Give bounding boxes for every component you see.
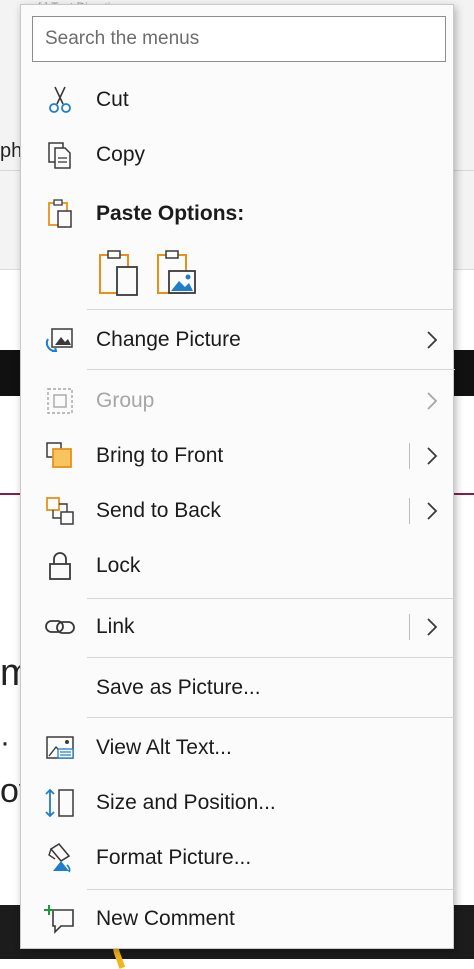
background-black-block-left: [0, 350, 20, 396]
background-black-block-right: [454, 350, 474, 396]
menu-item-group: Group: [21, 374, 453, 428]
paste-as-picture-icon[interactable]: [155, 249, 199, 299]
menu-item-bring-to-front[interactable]: Bring to Front: [21, 429, 453, 483]
link-icon: [45, 620, 75, 634]
background-text-fragment: ph: [0, 140, 23, 162]
menu-item-copy[interactable]: Copy: [21, 128, 453, 182]
new-comment-icon: [44, 905, 74, 934]
paste-keep-formatting-icon[interactable]: [97, 249, 141, 299]
bring-to-front-icon: [46, 442, 72, 468]
menu-item-change-picture[interactable]: Change Picture: [21, 313, 453, 367]
menu-separator: [87, 598, 455, 599]
menu-separator: [87, 717, 455, 718]
menu-label-lock: Lock: [96, 554, 141, 577]
menu-label-send-to-back: Send to Back: [96, 499, 221, 522]
menu-item-view-alt-text[interactable]: View Alt Text...: [21, 721, 453, 775]
menu-item-new-comment[interactable]: New Comment: [21, 892, 453, 946]
format-picture-icon: [48, 842, 71, 873]
menu-item-send-to-back[interactable]: Send to Back: [21, 484, 453, 538]
split-divider: [409, 614, 410, 640]
change-picture-icon: [45, 328, 73, 353]
menu-label-size-and-position: Size and Position...: [96, 791, 276, 814]
menu-label-save-as-picture: Save as Picture...: [96, 676, 261, 699]
copy-icon: [48, 142, 71, 169]
search-menus-input[interactable]: [32, 16, 446, 62]
menu-label-cut: Cut: [96, 88, 129, 111]
menu-label-paste-options: Paste Options:: [96, 202, 245, 225]
menu-label-new-comment: New Comment: [96, 907, 235, 930]
alt-text-icon: [46, 736, 74, 759]
clipboard-icon: [48, 199, 72, 228]
menu-label-group: Group: [96, 389, 155, 412]
menu-item-save-as-picture[interactable]: Save as Picture...: [21, 661, 453, 715]
menu-item-size-and-position[interactable]: Size and Position...: [21, 776, 453, 830]
menu-label-bring-to-front: Bring to Front: [96, 444, 224, 467]
menu-separator: [87, 309, 455, 310]
menu-separator: [87, 889, 455, 890]
split-divider: [409, 443, 410, 469]
chevron-right-icon: [427, 392, 438, 410]
menu-label-change-picture: Change Picture: [96, 328, 241, 351]
chevron-right-icon: [427, 331, 438, 349]
send-to-back-icon: [46, 497, 74, 525]
group-icon: [47, 388, 73, 414]
context-menu: Cut Copy Paste Options:: [20, 4, 455, 949]
menu-item-paste-options: Paste Options:: [21, 187, 453, 241]
scissors-icon: [49, 86, 71, 113]
menu-label-view-alt-text: View Alt Text...: [96, 736, 232, 759]
menu-label-copy: Copy: [96, 143, 146, 166]
menu-separator: [87, 657, 455, 658]
menu-label-format-picture: Format Picture...: [96, 846, 252, 869]
menu-item-link[interactable]: Link: [21, 600, 453, 654]
menu-item-cut[interactable]: Cut: [21, 73, 453, 127]
size-position-icon: [45, 788, 74, 818]
background-text-fragment-dot: ·: [0, 726, 10, 759]
menu-separator: [87, 369, 455, 370]
chevron-right-icon[interactable]: [425, 445, 439, 467]
chevron-right-icon[interactable]: [425, 616, 439, 638]
menu-label-link: Link: [96, 615, 135, 638]
split-divider: [409, 498, 410, 524]
lock-icon: [49, 552, 71, 580]
chevron-right-icon[interactable]: [425, 500, 439, 522]
menu-item-format-picture[interactable]: Format Picture...: [21, 831, 453, 885]
menu-item-lock[interactable]: Lock: [21, 539, 453, 593]
